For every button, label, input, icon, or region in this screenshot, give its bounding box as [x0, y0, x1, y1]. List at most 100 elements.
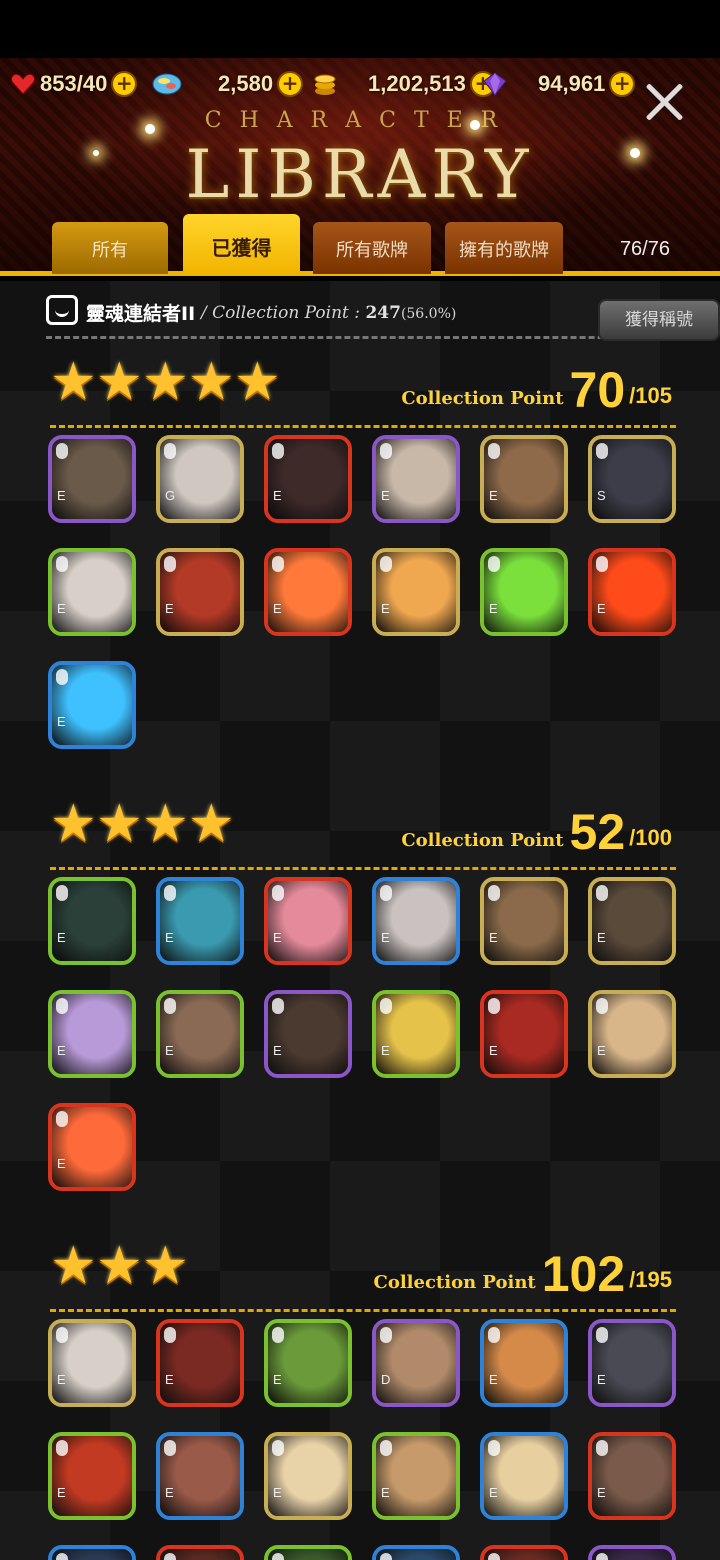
star-icon: ★	[50, 352, 97, 412]
element-icon	[56, 443, 68, 459]
add-gem-button[interactable]: +	[277, 71, 304, 97]
character-card[interactable]: E	[264, 990, 352, 1078]
card-grade: E	[273, 930, 282, 945]
card-grade: E	[381, 1485, 390, 1500]
element-icon	[56, 885, 68, 901]
character-card[interactable]: E	[48, 661, 136, 749]
title-name: 靈魂連結者II	[86, 303, 196, 325]
stamina-resource: 853 /40 +	[10, 68, 138, 100]
star-rating: ★ ★ ★ ★	[50, 798, 235, 851]
character-card[interactable]: E	[156, 877, 244, 965]
card-grade: E	[57, 1043, 66, 1058]
character-card[interactable]: E	[372, 548, 460, 636]
character-card[interactable]: E	[372, 877, 460, 965]
element-icon	[488, 1440, 500, 1456]
tab-owned-cards[interactable]: 擁有的歌牌	[445, 222, 563, 274]
character-card[interactable]: E	[588, 548, 676, 636]
heart-icon	[10, 71, 36, 97]
card-grade: E	[165, 1485, 174, 1500]
element-icon	[164, 1440, 176, 1456]
character-card[interactable]: E	[480, 548, 568, 636]
character-card[interactable]	[264, 1545, 352, 1560]
element-icon	[56, 1327, 68, 1343]
character-card[interactable]: E	[48, 1319, 136, 1407]
character-card[interactable]: S	[588, 435, 676, 523]
character-card[interactable]	[156, 1545, 244, 1560]
star-icon: ★	[96, 352, 143, 412]
character-card[interactable]: E	[48, 1103, 136, 1191]
card-grade: E	[165, 1043, 174, 1058]
card-grade: E	[597, 601, 606, 616]
element-icon	[164, 443, 176, 459]
character-card[interactable]	[48, 1545, 136, 1560]
tab-owned[interactable]: 已獲得	[183, 214, 300, 274]
character-card[interactable]: E	[156, 1319, 244, 1407]
element-icon	[56, 669, 68, 685]
character-card[interactable]: E	[480, 435, 568, 523]
card-grade: E	[597, 1043, 606, 1058]
add-stamina-button[interactable]: +	[111, 71, 138, 97]
card-grade: E	[489, 1372, 498, 1387]
card-grade: E	[57, 601, 66, 616]
section-collection-point: Collection Point 70 /105	[401, 362, 672, 418]
add-soul-button[interactable]: +	[609, 71, 636, 97]
character-card[interactable]: G	[156, 435, 244, 523]
sparkle-decoration	[470, 120, 480, 130]
character-card[interactable]: E	[588, 877, 676, 965]
tab-all-cards[interactable]: 所有歌牌	[313, 222, 431, 274]
card-grade: E	[597, 1485, 606, 1500]
character-card[interactable]: E	[48, 548, 136, 636]
character-card[interactable]: E	[156, 1432, 244, 1520]
character-card[interactable]: E	[48, 990, 136, 1078]
character-card[interactable]: E	[588, 990, 676, 1078]
section-collection-point: Collection Point 52 /100	[401, 804, 672, 860]
character-card[interactable]	[480, 1545, 568, 1560]
character-card[interactable]: E	[156, 548, 244, 636]
collection-count: 76/76	[619, 238, 670, 260]
character-card[interactable]: E	[264, 1432, 352, 1520]
character-card[interactable]	[588, 1545, 676, 1560]
star-icon: ★	[188, 352, 235, 412]
card-grade: E	[489, 1485, 498, 1500]
character-card[interactable]: D	[372, 1319, 460, 1407]
element-icon	[164, 556, 176, 572]
character-card[interactable]: E	[264, 1319, 352, 1407]
library-content: 靈魂連結者II / Collection Point : 247(56.0%) …	[0, 281, 720, 1560]
character-card[interactable]: E	[264, 877, 352, 965]
character-card[interactable]: E	[480, 1432, 568, 1520]
card-grade: E	[273, 1485, 282, 1500]
character-card[interactable]	[372, 1545, 460, 1560]
card-grade: E	[165, 930, 174, 945]
card-grade: E	[597, 1372, 606, 1387]
card-grade: E	[489, 601, 498, 616]
element-icon	[56, 998, 68, 1014]
character-card[interactable]: E	[48, 435, 136, 523]
character-card[interactable]: E	[372, 435, 460, 523]
element-icon	[488, 443, 500, 459]
character-card[interactable]: E	[156, 990, 244, 1078]
card-grade: E	[57, 1485, 66, 1500]
tab-all[interactable]: 所有	[52, 222, 168, 274]
element-icon	[164, 1553, 176, 1560]
element-icon	[272, 1553, 284, 1560]
gold-coin-icon	[312, 71, 338, 97]
character-card[interactable]: E	[480, 1319, 568, 1407]
character-card[interactable]: E	[48, 877, 136, 965]
character-card[interactable]: E	[264, 548, 352, 636]
character-card[interactable]: E	[480, 877, 568, 965]
element-icon	[596, 885, 608, 901]
character-card[interactable]: E	[264, 435, 352, 523]
element-icon	[56, 1553, 68, 1560]
gem-value: 2,580	[218, 71, 274, 96]
get-title-button[interactable]: 獲得稱號	[598, 299, 720, 341]
character-card[interactable]: E	[48, 1432, 136, 1520]
character-card[interactable]: E	[480, 990, 568, 1078]
character-card[interactable]: E	[588, 1432, 676, 1520]
character-card[interactable]: E	[372, 1432, 460, 1520]
close-icon[interactable]	[642, 80, 686, 124]
element-icon	[596, 556, 608, 572]
character-card[interactable]: E	[372, 990, 460, 1078]
element-icon	[380, 1327, 392, 1343]
character-card[interactable]: E	[588, 1319, 676, 1407]
element-icon	[272, 556, 284, 572]
